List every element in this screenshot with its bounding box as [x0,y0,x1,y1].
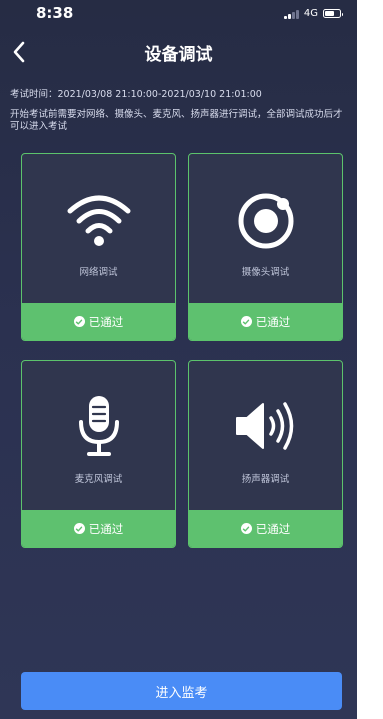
status-time: 8:38 [36,4,74,22]
microphone-icon [22,391,175,461]
speaker-icon [189,391,342,461]
check-icon [73,316,85,327]
signal-icon [284,9,299,19]
status-badge: 已通过 [189,510,342,547]
app-screen: 8:38 4G 设备调试 考试时间：2021/03/08 21:10:00-20… [0,0,357,719]
instructions-text: 开始考试前需要对网络、摄像头、麦克风、扬声器进行调试，全部调试成功后才可以进入考… [10,109,343,132]
exam-time: 考试时间：2021/03/08 21:10:00-2021/03/10 21:0… [10,89,262,100]
tile-label: 扬声器调试 [241,474,290,485]
network-type: 4G [303,8,318,19]
tile-label: 网络调试 [79,267,118,278]
network-test-card[interactable]: 网络调试 已通过 [21,153,176,341]
check-icon [240,316,252,327]
status-badge: 已通过 [189,303,342,340]
tile-label: 摄像头调试 [241,267,290,278]
status-badge: 已通过 [22,510,175,547]
enter-proctoring-button[interactable]: 进入监考 [21,672,342,710]
status-badge: 已通过 [22,303,175,340]
status-indicators: 4G [284,8,343,19]
battery-icon [323,9,343,18]
status-text: 已通过 [88,314,124,329]
tile-label: 麦克风调试 [74,474,123,485]
status-text: 已通过 [88,521,124,536]
status-bar: 8:38 4G [0,0,357,30]
check-icon [240,523,252,534]
wifi-icon [22,184,175,254]
status-text: 已通过 [255,521,291,536]
battery-level [325,11,335,16]
speaker-test-card[interactable]: 扬声器调试 已通过 [188,360,343,548]
check-icon [73,523,85,534]
camera-test-card[interactable]: 摄像头调试 已通过 [188,153,343,341]
page-title: 设备调试 [144,45,213,65]
status-text: 已通过 [255,314,291,329]
microphone-test-card[interactable]: 麦克风调试 已通过 [21,360,176,548]
camera-icon [189,184,342,254]
